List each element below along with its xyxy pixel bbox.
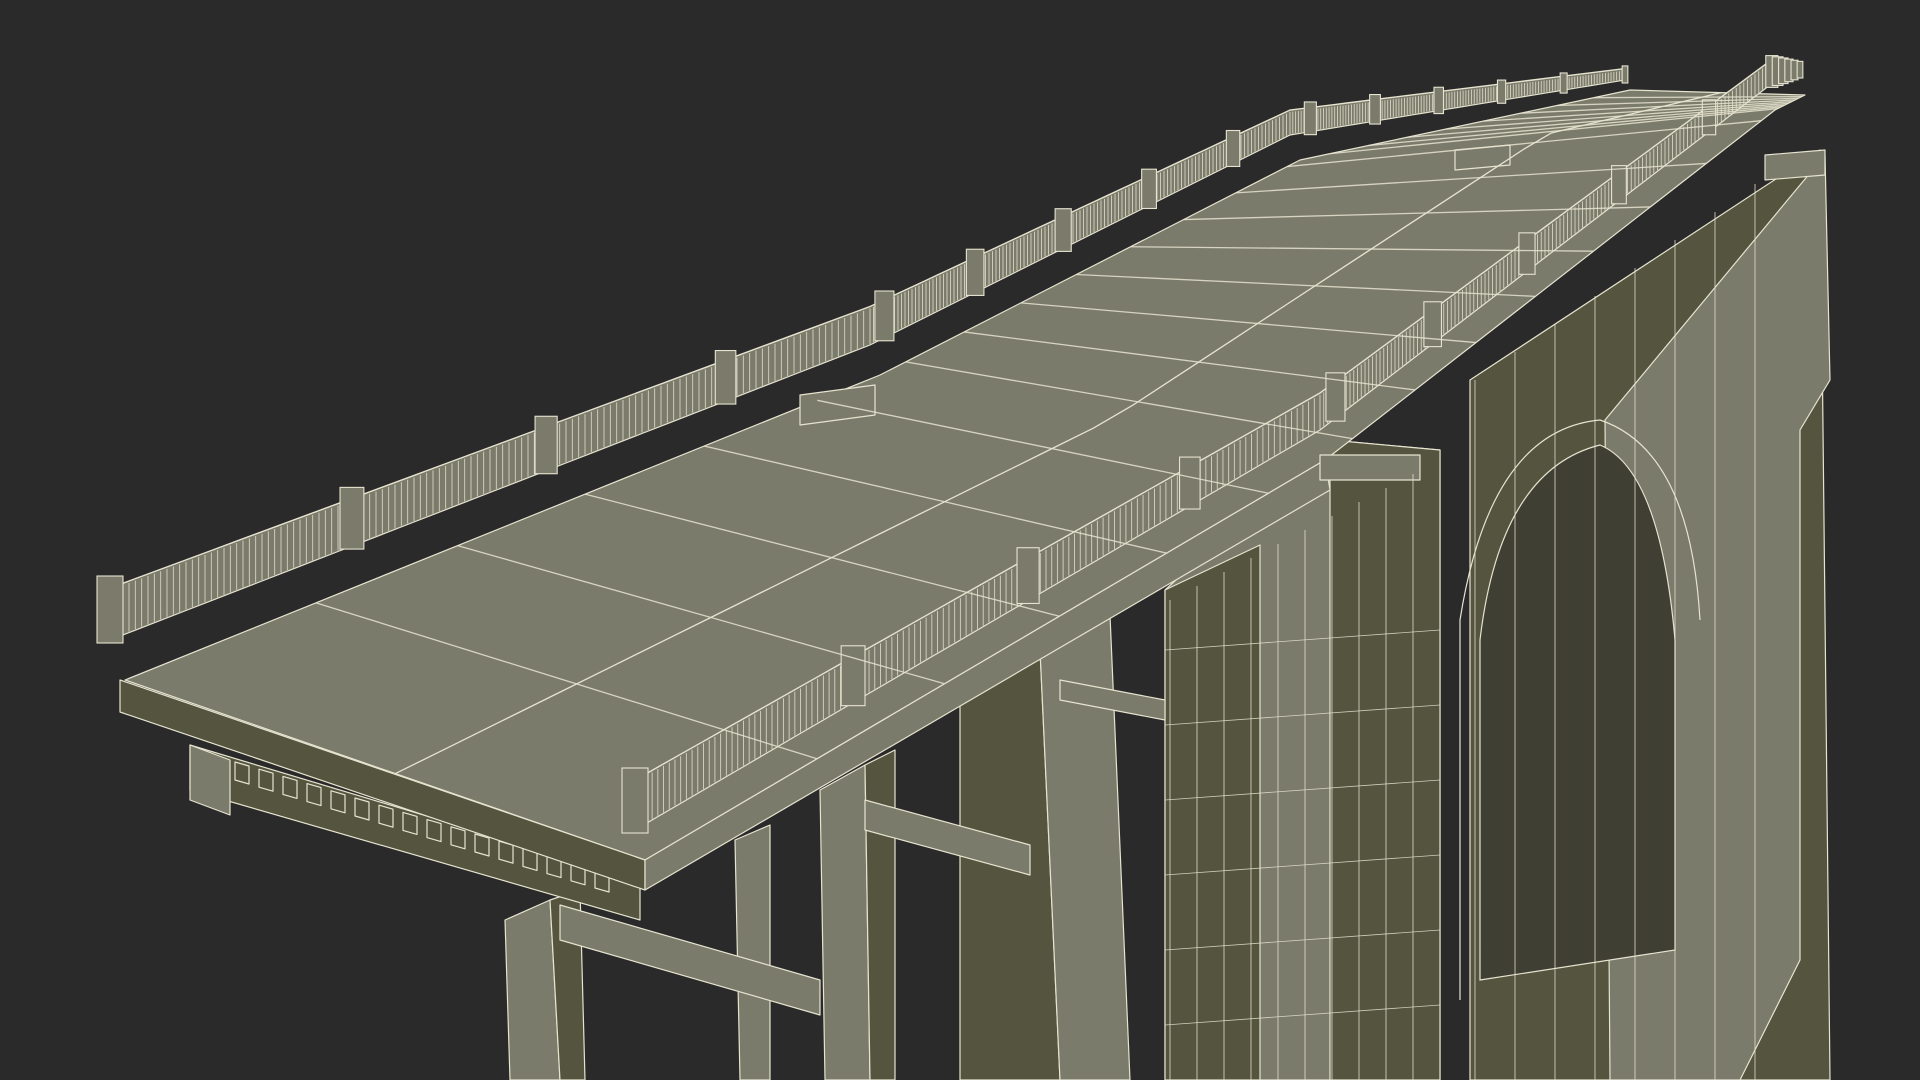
railing-post	[1559, 72, 1568, 94]
railing-post	[874, 290, 895, 342]
railing-post	[1433, 86, 1445, 115]
column-a-side	[864, 749, 896, 1080]
railing-post	[965, 248, 985, 296]
railing-post	[1054, 208, 1072, 252]
railing-post	[339, 486, 365, 550]
joist-tooth	[282, 775, 298, 800]
column-a	[819, 764, 871, 1080]
railing-post	[1369, 93, 1381, 125]
joist-tooth	[378, 804, 394, 828]
pier-cap-block	[1319, 454, 1421, 481]
railing-post	[1518, 232, 1536, 275]
central-pier-side	[1164, 544, 1261, 1080]
pier-cap-block-right	[1764, 149, 1826, 181]
joist-tooth	[474, 833, 490, 857]
joist-tooth	[330, 790, 346, 814]
railing-post	[1611, 165, 1627, 205]
pier-cap-block-far	[1454, 144, 1511, 171]
joist-tooth	[354, 797, 370, 821]
arch-opening	[1479, 444, 1676, 981]
railing-post	[840, 645, 866, 707]
bridge-wireframe-render	[0, 0, 1920, 1080]
joist-tooth	[402, 811, 418, 836]
central-pier-shadow	[1329, 439, 1441, 1080]
railing-post	[1796, 60, 1804, 79]
railing-post	[1303, 101, 1317, 136]
railing-post	[1225, 129, 1241, 168]
joist-tooth	[306, 782, 322, 807]
railing-post	[1179, 456, 1201, 510]
railing-post	[1621, 65, 1629, 84]
joist-tooth	[426, 818, 442, 843]
railing-post	[1016, 547, 1040, 605]
joist-tooth	[234, 761, 250, 785]
railing-post	[1701, 99, 1717, 136]
railing-post	[1141, 168, 1157, 210]
joist-tooth	[258, 768, 274, 792]
column-b	[734, 824, 771, 1080]
3d-viewport[interactable]	[0, 0, 1920, 1080]
joist-tooth	[450, 826, 466, 850]
railing-post	[534, 415, 558, 475]
railing-post	[96, 575, 124, 644]
railing-post	[1496, 79, 1507, 104]
railing-post	[714, 349, 737, 405]
railing-post	[621, 767, 649, 834]
